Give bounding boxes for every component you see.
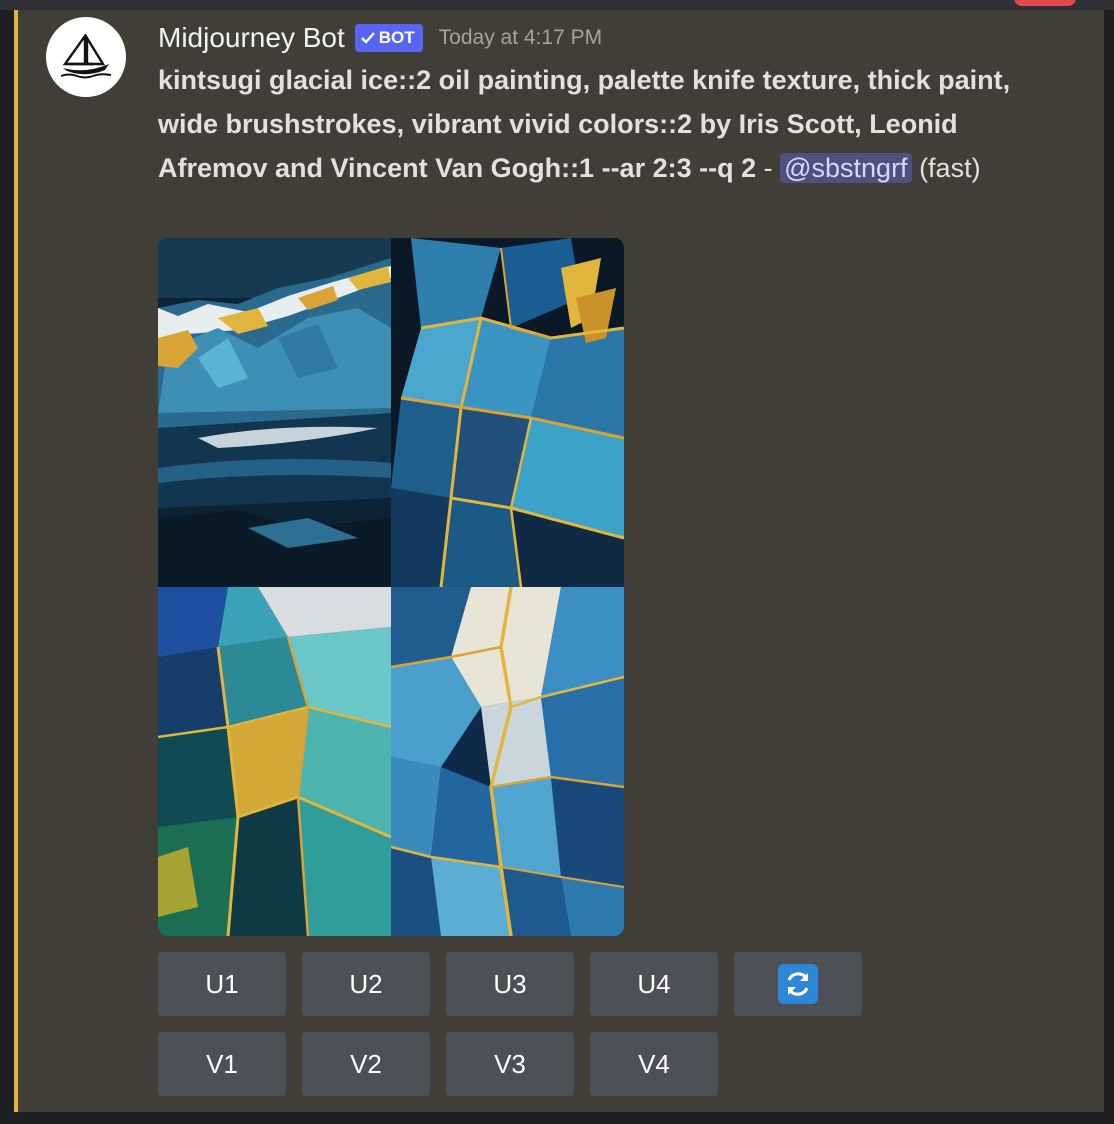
upscale-button-2[interactable]: U2 [302,952,430,1016]
reroll-button[interactable] [734,952,862,1016]
variation-button-3[interactable]: V3 [446,1032,574,1096]
variation-button-1[interactable]: V1 [158,1032,286,1096]
user-mention[interactable]: @sbstngrf [780,153,912,183]
prompt-text: kintsugi glacial ice::2 oil painting, pa… [158,58,1018,190]
refresh-icon [778,964,818,1004]
grid-image-2[interactable] [391,238,624,587]
variation-button-2[interactable]: V2 [302,1032,430,1096]
upscale-button-3[interactable]: U3 [446,952,574,1016]
message-header: Midjourney Bot BOT Today at 4:17 PM [158,20,602,56]
grid-image-4[interactable] [391,587,624,936]
bot-message: Midjourney Bot BOT Today at 4:17 PM kint… [14,10,1104,1112]
image-grid[interactable] [158,238,624,936]
grid-image-1[interactable] [158,238,391,587]
speed-mode: (fast) [911,153,981,183]
avatar[interactable] [46,17,126,97]
top-strip [0,0,1114,10]
bot-badge-label: BOT [378,28,415,47]
sailboat-icon [60,34,112,79]
bot-badge: BOT [354,24,423,52]
upscale-button-1[interactable]: U1 [158,952,286,1016]
timestamp[interactable]: Today at 4:17 PM [439,26,602,50]
app-frame: Midjourney Bot BOT Today at 4:17 PM kint… [0,0,1114,1124]
prompt-separator: - [756,153,781,183]
variation-button-4[interactable]: V4 [590,1032,718,1096]
upscale-button-row: U1 U2 U3 U4 [158,952,862,1016]
notification-tab[interactable] [1014,0,1076,6]
grid-image-3[interactable] [158,587,391,936]
upscale-button-4[interactable]: U4 [590,952,718,1016]
variation-button-row: V1 V2 V3 V4 [158,1032,718,1096]
check-icon [360,32,375,44]
author-name[interactable]: Midjourney Bot [158,22,345,54]
